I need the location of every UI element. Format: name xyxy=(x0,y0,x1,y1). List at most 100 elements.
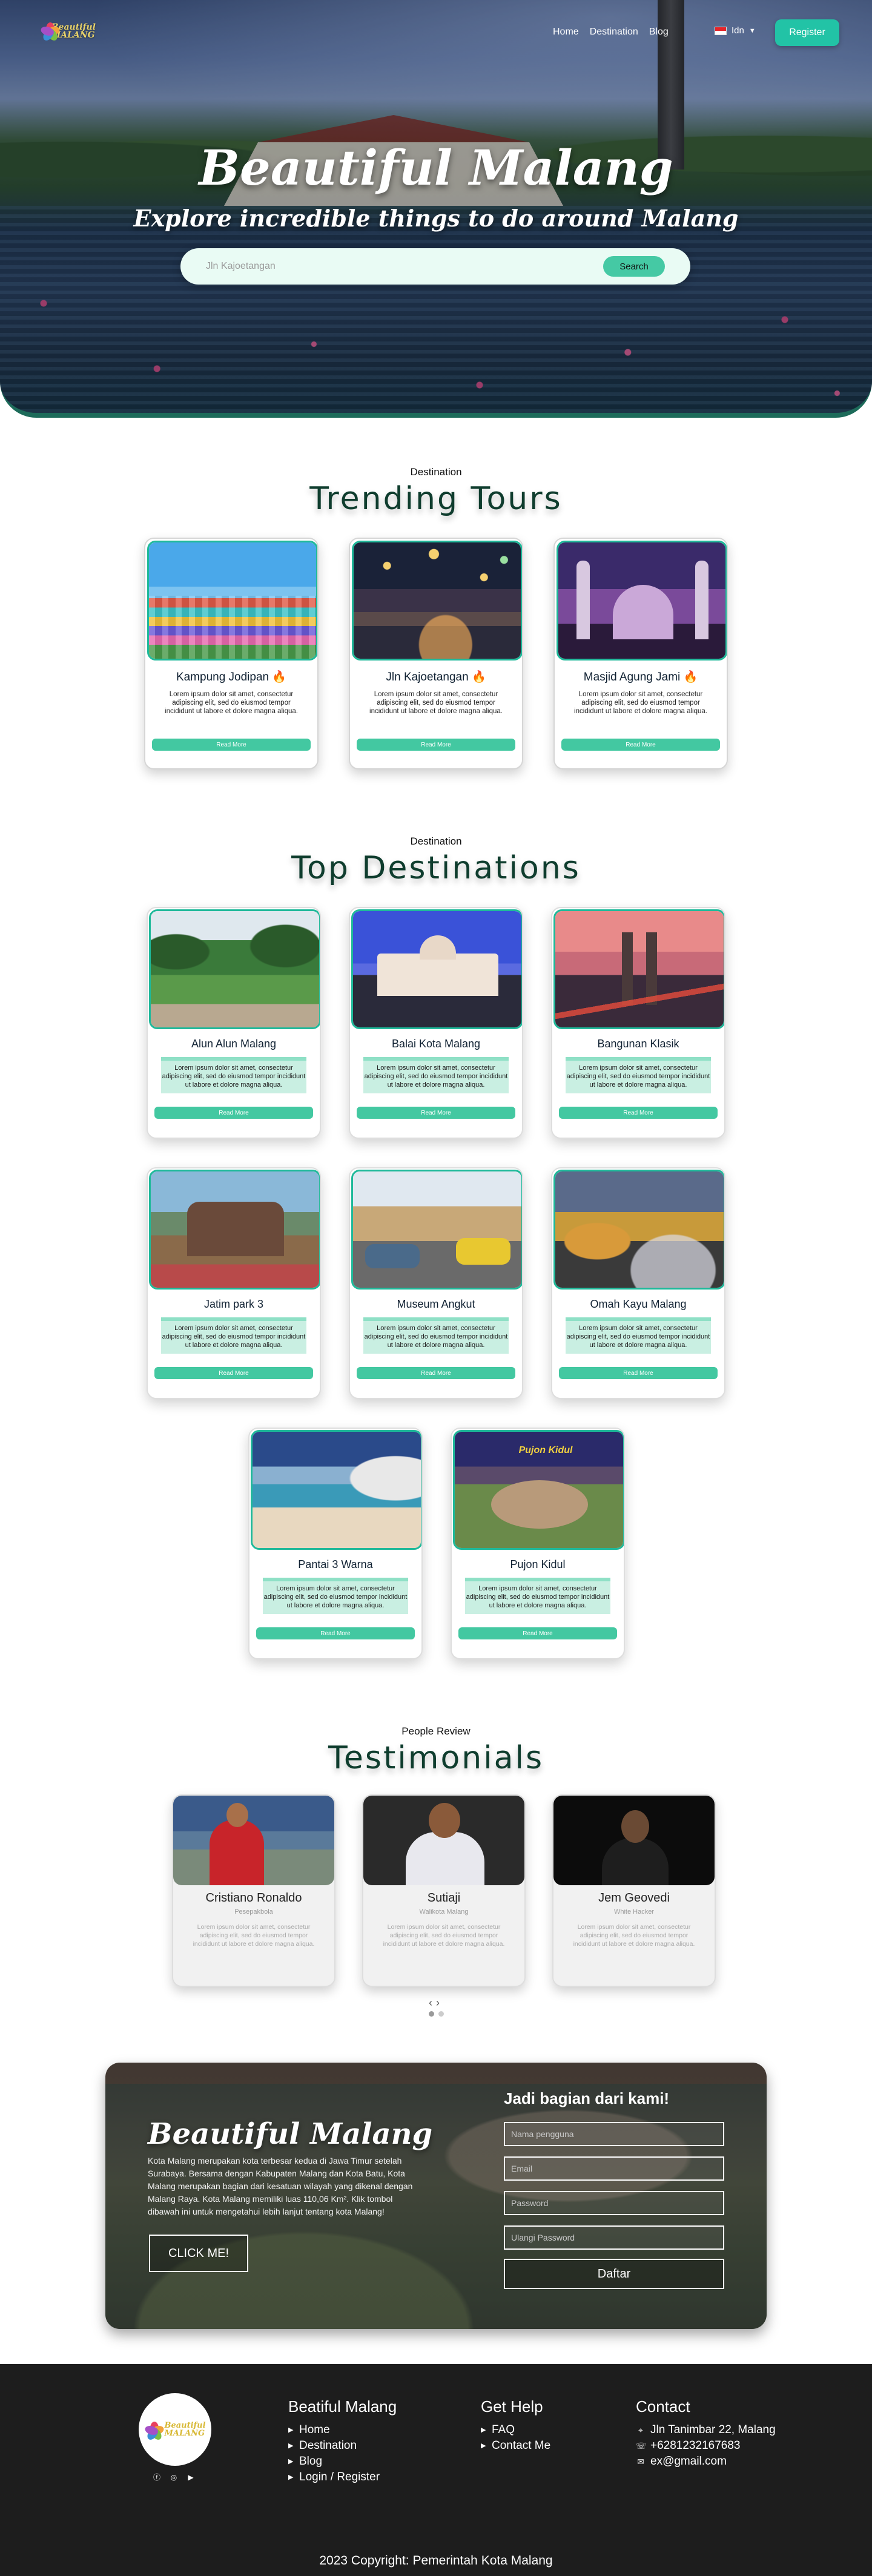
tour-name: Kampung Jodipan 🔥 xyxy=(176,671,287,684)
email-field[interactable] xyxy=(504,2156,724,2181)
password-field[interactable] xyxy=(504,2191,724,2215)
brand-logo[interactable]: Beautiful MALANG xyxy=(39,15,96,48)
join-title: Beautiful Malang xyxy=(148,2117,433,2151)
footer-link-blog[interactable]: ▶ Blog xyxy=(288,2454,397,2469)
chevron-left-icon[interactable]: ‹ xyxy=(429,1997,436,2009)
tour-image-masjid-agung-jami xyxy=(557,541,727,660)
footer-col-contact: Contact ⌖ Jln Tanimbar 22, Malang ☏ +62812… xyxy=(636,2397,776,2469)
footer-logo[interactable]: Beautiful MALANG xyxy=(139,2393,211,2466)
map-pin-icon: ⌖ xyxy=(638,2425,643,2435)
click-me-button[interactable]: CLICK ME! xyxy=(149,2235,248,2272)
register-button[interactable]: Register xyxy=(775,19,839,46)
language-selector[interactable]: Idn ▼ xyxy=(715,25,756,36)
mail-icon: ✉ xyxy=(637,2457,644,2466)
tour-name: Jln Kajoetangan 🔥 xyxy=(386,671,486,684)
tour-card[interactable]: Kampung Jodipan 🔥 Lorem ipsum dolor sit … xyxy=(144,538,319,769)
destination-image-jatim-park-3 xyxy=(149,1170,320,1290)
tour-image-jln-kajoetangan xyxy=(352,541,522,660)
daftar-button[interactable]: Daftar xyxy=(504,2259,724,2289)
flower-icon xyxy=(144,2420,165,2442)
read-more-button[interactable]: Read More xyxy=(458,1627,617,1639)
search-button[interactable]: Search xyxy=(603,256,665,277)
destination-name: Pujon Kidul xyxy=(510,1558,566,1570)
facebook-icon[interactable]: ⓕ xyxy=(153,2473,161,2482)
read-more-button[interactable]: Read More xyxy=(152,739,311,751)
destination-description: Lorem ipsum dolor sit amet, consectetur … xyxy=(161,1317,306,1354)
destination-image-omah-kayu xyxy=(553,1170,724,1290)
caret-right-icon: ▶ xyxy=(288,2442,294,2449)
destination-card[interactable]: Museum Angkut Lorem ipsum dolor sit amet… xyxy=(349,1167,523,1399)
caret-right-icon: ▶ xyxy=(288,2474,294,2481)
destination-name: Jatim park 3 xyxy=(203,1298,264,1310)
read-more-button[interactable]: Read More xyxy=(559,1367,718,1379)
tour-card[interactable]: Jln Kajoetangan 🔥 Lorem ipsum dolor sit … xyxy=(349,538,523,769)
destination-description: Lorem ipsum dolor sit amet, consectetur … xyxy=(566,1317,711,1354)
footer-link-contact[interactable]: ▶ Contact Me xyxy=(481,2438,550,2454)
navbar: Beautiful MALANG Home Destination Blog I… xyxy=(0,15,872,53)
tour-card[interactable]: Masjid Agung Jami 🔥 Lorem ipsum dolor si… xyxy=(553,538,728,769)
section-title: Trending Tours xyxy=(309,481,563,517)
carousel-dot[interactable] xyxy=(428,2011,434,2017)
read-more-button[interactable]: Read More xyxy=(357,739,515,751)
contact-address: ⌖ Jln Tanimbar 22, Malang xyxy=(636,2422,776,2438)
contact-phone[interactable]: ☏ +6281232167683 xyxy=(636,2438,776,2454)
footer-link-destination[interactable]: ▶ Destination xyxy=(288,2438,397,2454)
footer: Beautiful MALANG ⓕ ◎ ▶ Beatiful Malang ▶… xyxy=(0,2364,872,2576)
copyright: 2023 Copyright: Pemerintah Kota Malang xyxy=(0,2546,872,2576)
destination-card[interactable]: Bangunan Klasik Lorem ipsum dolor sit am… xyxy=(551,907,725,1139)
section-eyebrow: People Review xyxy=(401,1725,471,1737)
footer-link-login[interactable]: ▶ Login / Register xyxy=(288,2469,397,2485)
testimonial-card: Sutiaji Walikota Malang Lorem ipsum dolo… xyxy=(362,1794,526,1987)
nav-link-blog[interactable]: Blog xyxy=(649,27,669,38)
destination-name: Omah Kayu Malang xyxy=(590,1298,687,1310)
caret-right-icon: ▶ xyxy=(288,2458,294,2465)
contact-email[interactable]: ✉ ex@gmail.com xyxy=(636,2454,776,2469)
instagram-icon[interactable]: ◎ xyxy=(170,2473,178,2482)
fire-icon: 🔥 xyxy=(471,671,486,684)
confirm-password-field[interactable] xyxy=(504,2225,724,2250)
testimonial-photo xyxy=(173,1796,334,1885)
read-more-button[interactable]: Read More xyxy=(154,1107,313,1119)
chevron-right-icon[interactable]: › xyxy=(436,1997,443,2009)
read-more-button[interactable]: Read More xyxy=(154,1367,313,1379)
youtube-icon[interactable]: ▶ xyxy=(187,2473,195,2482)
pujon-kidul-sign: Pujon Kidul xyxy=(518,1445,573,1455)
read-more-button[interactable]: Read More xyxy=(559,1107,718,1119)
testimonial-photo xyxy=(553,1796,715,1885)
destination-card[interactable]: Omah Kayu Malang Lorem ipsum dolor sit a… xyxy=(551,1167,725,1399)
destination-name: Bangunan Klasik xyxy=(597,1038,679,1050)
testimonial-name: Sutiaji xyxy=(427,1891,461,1905)
search-input[interactable] xyxy=(180,248,603,285)
destination-description: Lorem ipsum dolor sit amet, consectetur … xyxy=(161,1057,306,1093)
page: Beautiful MALANG Home Destination Blog I… xyxy=(0,0,872,2576)
read-more-button[interactable]: Read More xyxy=(256,1627,415,1639)
destination-image-bangunan-klasik xyxy=(553,909,724,1029)
caret-right-icon: ▶ xyxy=(288,2426,294,2434)
language-label: Idn xyxy=(732,25,744,36)
fire-icon: 🔥 xyxy=(272,671,287,684)
destination-card[interactable]: Pujon Kidul Pujon Kidul Lorem ipsum dolo… xyxy=(451,1428,625,1659)
register-form-title: Jadi bagian dari kami! xyxy=(504,2089,670,2107)
nav-link-destination[interactable]: Destination xyxy=(590,27,638,38)
search-bar: Search xyxy=(180,248,690,285)
destination-card[interactable]: Pantai 3 Warna Lorem ipsum dolor sit ame… xyxy=(248,1428,423,1659)
footer-link-faq[interactable]: ▶ FAQ xyxy=(481,2422,550,2438)
carousel-dot[interactable] xyxy=(438,2011,444,2017)
footer-link-home[interactable]: ▶ Home xyxy=(288,2422,397,2438)
destination-card[interactable]: Alun Alun Malang Lorem ipsum dolor sit a… xyxy=(147,907,321,1139)
hero-title: Beautiful Malang xyxy=(199,139,673,196)
nav-link-home[interactable]: Home xyxy=(553,27,579,38)
destination-card[interactable]: Jatim park 3 Lorem ipsum dolor sit amet,… xyxy=(147,1167,321,1399)
tour-image-kampung-jodipan xyxy=(147,541,317,660)
read-more-button[interactable]: Read More xyxy=(357,1367,515,1379)
footer-col-title: Beatiful Malang xyxy=(288,2397,397,2416)
testimonial-name: Jem Geovedi xyxy=(598,1891,670,1905)
read-more-button[interactable]: Read More xyxy=(357,1107,515,1119)
testimonial-photo xyxy=(363,1796,524,1885)
username-field[interactable] xyxy=(504,2122,724,2146)
destination-card[interactable]: Balai Kota Malang Lorem ipsum dolor sit … xyxy=(349,907,523,1139)
destination-description: Lorem ipsum dolor sit amet, consectetur … xyxy=(363,1317,509,1354)
section-title: Testimonials xyxy=(328,1740,544,1776)
testimonials-section: People Review Testimonials Cristiano Ron… xyxy=(0,1725,872,2017)
read-more-button[interactable]: Read More xyxy=(561,739,720,751)
